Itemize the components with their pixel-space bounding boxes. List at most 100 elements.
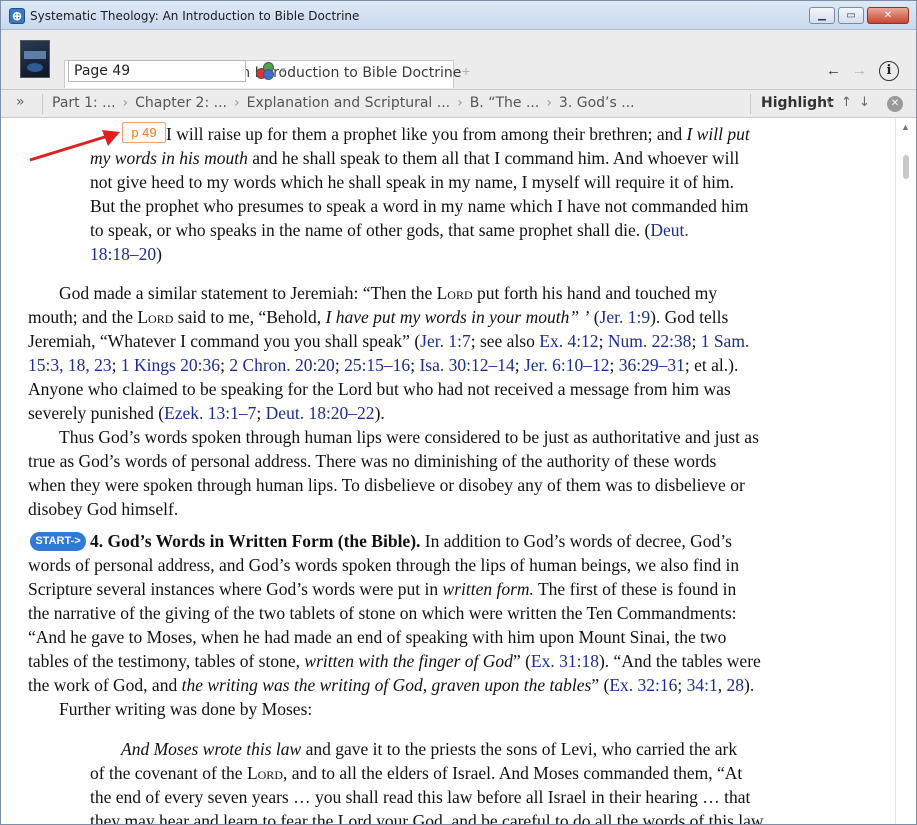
paragraph-line: tables of the testimony, tables of stone…: [28, 649, 761, 673]
scripture-link[interactable]: 1 Kings 20:36: [121, 355, 220, 375]
paragraph-line: the narrative of the giving of the two t…: [28, 603, 737, 623]
scripture-link[interactable]: 28: [727, 675, 745, 695]
text: the work of God, and: [28, 675, 182, 695]
scripture-link[interactable]: 25:15–16: [344, 355, 410, 375]
paragraph-line: mouth; and the Lord said to me, “Behold,…: [28, 305, 728, 329]
paragraph-line: Scripture several instances where God’s …: [28, 577, 736, 601]
scripture-link[interactable]: Ex. 32:16: [609, 675, 677, 695]
breadcrumb-item-section[interactable]: Explanation and Scriptural ...: [247, 95, 451, 111]
text: I will raise up for them a prophet like …: [166, 124, 687, 144]
info-icon[interactable]: i: [879, 61, 899, 81]
scripture-link[interactable]: Deut.: [650, 220, 688, 240]
emphasis: the writing was the writing of God, grav…: [181, 675, 592, 695]
text: ;: [111, 355, 121, 375]
next-highlight-icon[interactable]: ↓: [859, 95, 870, 110]
scroll-thumb[interactable]: [903, 155, 909, 179]
small-caps-lord: Lord: [436, 283, 473, 303]
text: ). God tells: [650, 307, 729, 327]
book-cover-title-band: [24, 51, 46, 59]
block-quote-line: my words in his mouth and he shall speak…: [90, 146, 739, 170]
scripture-link[interactable]: 1 Sam.: [701, 331, 750, 351]
text: God made a similar statement to Jeremiah…: [59, 283, 437, 303]
scripture-link[interactable]: Jer. 6:10–12: [524, 355, 610, 375]
highlight-dropdown-icon[interactable]: ▾: [827, 99, 832, 109]
scripture-link[interactable]: 36:29–31: [619, 355, 685, 375]
text: ).: [744, 675, 755, 695]
small-caps-lord: Lord: [137, 307, 174, 327]
breadcrumb-item-chapter[interactable]: Chapter 2: ...: [135, 95, 227, 111]
block-quote-line: not give heed to my words which he shall…: [90, 172, 734, 192]
text: mouth; and the: [28, 307, 138, 327]
breadcrumb-divider: [42, 94, 43, 114]
breadcrumb: Part 1: ... › Chapter 2: ... › Explanati…: [52, 95, 635, 111]
block-quote-line: I will raise up for them a prophet like …: [166, 122, 750, 146]
breadcrumb-expand-icon[interactable]: »: [16, 94, 25, 110]
link-set-icon[interactable]: [256, 62, 280, 80]
maximize-button[interactable]: ▭: [838, 7, 864, 24]
text: tables of the testimony, tables of stone…: [28, 651, 305, 671]
paragraph-line: true as God’s words of personal address.…: [28, 451, 717, 471]
breadcrumb-item-part[interactable]: Part 1: ...: [52, 95, 116, 111]
text: ; et al.).: [684, 355, 739, 375]
vertical-scrollbar[interactable]: ▲: [895, 119, 917, 825]
scripture-link[interactable]: 34:1: [687, 675, 718, 695]
block-quote-line: to speak, or who speaks in the name of o…: [90, 218, 689, 242]
highlight-button[interactable]: Highlight: [761, 95, 834, 111]
text: put forth his hand and touched my: [472, 283, 718, 303]
text: ” (: [591, 675, 610, 695]
scripture-link[interactable]: Num. 22:38: [608, 331, 692, 351]
scripture-link[interactable]: 18:18–20: [90, 244, 156, 264]
text: ;: [256, 403, 266, 423]
window-controls: ▁ ▭ ✕: [809, 7, 909, 24]
scripture-link[interactable]: 2 Chron. 20:20: [229, 355, 335, 375]
reading-pane[interactable]: p 49 I will raise up for them a prophet …: [0, 119, 895, 825]
link-set-blue-circle: [263, 69, 274, 80]
paragraph-line: words of personal address, and God’s wor…: [28, 555, 740, 575]
annotation-arrow-shaft: [29, 134, 109, 162]
scripture-link[interactable]: Jer. 1:7: [420, 331, 471, 351]
emphasis: written form.: [442, 579, 534, 599]
breadcrumb-item-subsection[interactable]: B. “The ...: [470, 95, 540, 111]
book-cover-thumbnail[interactable]: [20, 40, 50, 78]
close-highlight-icon[interactable]: ✕: [887, 96, 903, 112]
link-set-dropdown-icon[interactable]: ▾: [281, 65, 286, 76]
scripture-link[interactable]: 15:3, 18, 23: [28, 355, 112, 375]
scripture-link[interactable]: Deut. 18:20–22: [266, 403, 375, 423]
block-quote-line: of the covenant of the Lord, and to all …: [90, 761, 742, 785]
text: Jeremiah, “Whatever I command you you sh…: [28, 331, 421, 351]
text: ” (: [512, 651, 531, 671]
close-button[interactable]: ✕: [867, 7, 909, 24]
block-quote-line: the end of every seven years … you shall…: [90, 787, 751, 807]
emphasis: And Moses wrote this law: [121, 739, 302, 759]
text: ).: [374, 403, 385, 423]
paragraph-line: Further writing was done by Moses:: [59, 699, 313, 719]
text: The first of these is found in: [533, 579, 737, 599]
page-marker[interactable]: p 49: [122, 122, 166, 143]
paragraph-line: 4. God’s Words in Written Form (the Bibl…: [90, 529, 732, 553]
forward-arrow-icon[interactable]: →: [852, 62, 867, 79]
scripture-link[interactable]: Ex. 4:12: [539, 331, 598, 351]
add-tab-button[interactable]: +: [462, 63, 470, 79]
page-reference-input[interactable]: [68, 60, 246, 82]
scripture-link[interactable]: Isa. 30:12–14: [419, 355, 514, 375]
text: ;: [609, 355, 619, 375]
paragraph-line: severely punished (Ezek. 13:1–7; Deut. 1…: [28, 401, 385, 425]
scripture-link[interactable]: Ex. 31:18: [531, 651, 599, 671]
text: and gave it to the priests the sons of L…: [301, 739, 738, 759]
scripture-link[interactable]: Ezek. 13:1–7: [164, 403, 256, 423]
minimize-button[interactable]: ▁: [809, 7, 835, 24]
scripture-link[interactable]: Jer. 1:9: [600, 307, 651, 327]
block-quote-line: they may hear and learn to fear the Lord…: [90, 811, 764, 825]
breadcrumb-item-topic[interactable]: 3. God’s ...: [559, 95, 635, 111]
breadcrumb-bar: » Part 1: ... › Chapter 2: ... › Explana…: [0, 90, 917, 118]
previous-highlight-icon[interactable]: ↑: [841, 95, 852, 110]
block-quote-line: 18:18–20): [90, 242, 162, 266]
highlight-divider: [750, 94, 751, 114]
text: said to me, “Behold,: [173, 307, 326, 327]
breadcrumb-separator-icon: ›: [233, 95, 240, 111]
block-quote-line: And Moses wrote this law and gave it to …: [121, 737, 737, 761]
scroll-up-icon[interactable]: ▲: [901, 122, 910, 132]
back-arrow-icon[interactable]: ←: [826, 62, 841, 79]
start-marker-badge[interactable]: START->: [30, 532, 86, 551]
breadcrumb-separator-icon: ›: [546, 95, 552, 111]
